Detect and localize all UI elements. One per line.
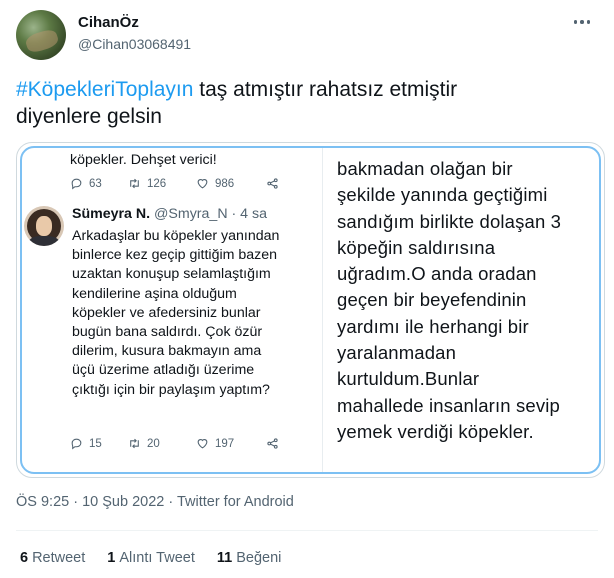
quoted-tweet-actions: 15 20 197: [70, 437, 300, 453]
display-name[interactable]: CihanÖz: [78, 14, 139, 31]
quoted-line: uzaktan konuşup selamlaştığım: [72, 266, 271, 283]
quoted-separator: ·: [227, 206, 241, 222]
tweet-image[interactable]: köpekler. Dehşet verici! 63 126 986 Süme…: [16, 142, 605, 478]
continuation-line: köpeğin saldırısına: [337, 236, 496, 258]
continuation-line: şekilde yanında geçtiğimi: [337, 184, 548, 206]
divider: [16, 530, 598, 531]
retweet-count: 126: [147, 177, 167, 190]
like-action: 986: [196, 177, 234, 190]
reply-icon: [71, 438, 82, 450]
likes-label: Beğeni: [236, 550, 282, 566]
quoted-line: köpekler ve afedersiniz bunlar: [72, 304, 261, 321]
quoted-tweet: Sümeyra N. @Smyra_N · 4 sa Arkadaşlar bu…: [22, 198, 318, 450]
continuation-text: bakmadan olağan bir şekilde yanında geçt…: [337, 156, 599, 445]
quoted-reply-action: 15: [70, 437, 102, 450]
quoted-name: Sümeyra N.: [72, 206, 151, 222]
continuation-line: yaralanmadan: [337, 342, 457, 364]
tweet-text: #KöpekleriToplayın taş atmıştır rahatsız…: [16, 76, 596, 130]
reply-icon: [71, 178, 82, 190]
quotes-count: 1: [107, 550, 116, 566]
continuation-line: uğradım.O anda oradan: [337, 263, 537, 285]
continuation-line: sandığım birlikte dolaşan 3: [337, 210, 562, 232]
reply-action: 63: [70, 177, 102, 190]
quoted-like-count: 197: [215, 437, 235, 450]
quoted-line: bugün bana saldırdı. Çok özür: [72, 324, 263, 341]
continuation-line: mahallede insanların sevip: [337, 394, 560, 416]
quoted-avatar: [24, 206, 64, 246]
share-icon: [267, 438, 278, 449]
quoted-like-action: 197: [196, 437, 234, 450]
retweets-label: Retweet: [32, 550, 86, 566]
like-icon: [197, 179, 208, 189]
quoted-text: Arkadaşlar bu köpekler yanından binlerce…: [72, 227, 316, 400]
tweet-stats: 6 Retweet 1 Alıntı Tweet 11 Beğeni: [20, 550, 281, 566]
screenshot-left-column: köpekler. Dehşet verici! 63 126 986 Süme…: [22, 148, 318, 472]
share-action: [266, 177, 279, 190]
top-tweet-text: köpekler. Dehşet verici!: [70, 152, 217, 168]
likes-stat[interactable]: 11 Beğeni: [217, 550, 282, 566]
share-icon: [267, 178, 278, 189]
handle[interactable]: @Cihan03068491: [78, 36, 191, 52]
like-count: 986: [215, 177, 235, 190]
hashtag-link[interactable]: #KöpekleriToplayın: [16, 78, 193, 101]
avatar[interactable]: [16, 10, 66, 60]
quoted-line: binlerce kez geçip gittiğim bazen: [72, 247, 278, 264]
image-frame: köpekler. Dehşet verici! 63 126 986 Süme…: [20, 146, 601, 474]
screenshot-right-column: bakmadan olağan bir şekilde yanında geçt…: [322, 148, 599, 472]
tweet-text-line2: diyenlere gelsin: [16, 105, 162, 128]
retweet-icon: [130, 438, 139, 449]
quoted-handle: @Smyra_N: [154, 206, 228, 222]
quoted-author: Sümeyra N. @Smyra_N · 4 sa: [72, 206, 267, 222]
quoted-line: dilerim, kusura bakmayın ama: [72, 343, 262, 360]
quotes-label: Alıntı Tweet: [119, 550, 195, 566]
quoted-retweet-action: 20: [128, 437, 160, 450]
quoted-line: Arkadaşlar bu köpekler yanından: [72, 228, 280, 244]
continuation-line: kurtuldum.Bunlar: [337, 368, 480, 390]
tweet-timestamp[interactable]: ÖS 9:25 · 10 Şub 2022 · Twitter for Andr…: [16, 494, 294, 510]
retweet-action: 126: [128, 177, 166, 190]
continuation-line: yemek verdiği köpekler.: [337, 420, 534, 442]
quoted-line: çıktığı için bir paylaşım yaptım?: [72, 381, 270, 398]
tweet-text-line1: taş atmıştır rahatsız etmiştir: [193, 78, 458, 101]
quoted-reply-count: 15: [89, 437, 102, 450]
likes-count: 11: [216, 550, 233, 566]
top-tweet-actions: 63 126 986: [70, 177, 300, 193]
retweets-stat[interactable]: 6 Retweet: [20, 550, 85, 566]
continuation-line: yardımı ile herhangi bir: [337, 315, 529, 337]
more-icon[interactable]: [568, 12, 596, 32]
quoted-share-action: [266, 437, 279, 450]
quoted-line: üçü üzerime atladığı üzerime: [72, 362, 255, 379]
reply-count: 63: [89, 177, 102, 190]
quotes-stat[interactable]: 1 Alıntı Tweet: [107, 550, 195, 566]
quoted-retweet-count: 20: [147, 437, 160, 450]
retweets-count: 6: [20, 550, 29, 566]
like-icon: [197, 439, 208, 449]
continuation-line: bakmadan olağan bir: [337, 158, 513, 179]
quoted-line: kendilerine aşina olduğum: [72, 285, 237, 302]
tweet-header: CihanÖz @Cihan03068491: [16, 10, 598, 60]
quoted-time: 4 sa: [240, 206, 267, 222]
retweet-icon: [130, 178, 139, 189]
continuation-line: geçen bir beyefendinin: [337, 289, 527, 311]
